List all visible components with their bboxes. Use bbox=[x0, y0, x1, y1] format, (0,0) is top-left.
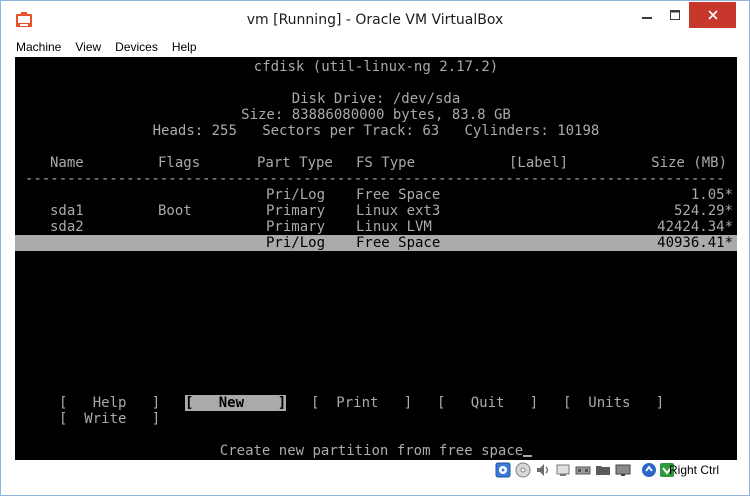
command-hint: Create new partition from free space bbox=[15, 443, 737, 459]
disk-size-line: Size: 83886080000 bytes, 83.8 GB bbox=[241, 107, 511, 123]
minimize-icon bbox=[641, 17, 652, 19]
column-fs-type: FS Type bbox=[356, 155, 416, 171]
partition-name: sda1 bbox=[50, 203, 84, 219]
close-button[interactable] bbox=[689, 2, 736, 28]
menu-help[interactable]: Help bbox=[165, 38, 204, 57]
display-icon[interactable] bbox=[615, 462, 631, 478]
maximize-button[interactable] bbox=[661, 2, 688, 28]
network-icon[interactable] bbox=[555, 462, 571, 478]
usb-icon[interactable] bbox=[575, 462, 591, 478]
menu-bar: Machine View Devices Help bbox=[9, 38, 741, 57]
partition-part-type: Primary bbox=[266, 219, 326, 235]
partition-flags: Boot bbox=[158, 203, 192, 219]
close-icon bbox=[707, 10, 718, 20]
partition-size: 1.05* bbox=[690, 187, 733, 203]
partition-size: 40936.41* bbox=[657, 235, 733, 251]
partition-row-selected[interactable]: Pri/Log Free Space 40936.41* bbox=[15, 235, 737, 251]
new-command[interactable]: [ New ] bbox=[185, 395, 287, 411]
column-part-type: Part Type bbox=[257, 155, 333, 171]
partition-fs-type: Linux LVM bbox=[356, 219, 432, 235]
print-command[interactable]: [ Print ] bbox=[311, 395, 412, 411]
menu-view[interactable]: View bbox=[68, 38, 108, 57]
audio-icon[interactable] bbox=[535, 462, 551, 478]
separator-dashes: ----------------------------------------… bbox=[25, 171, 727, 187]
partition-part-type: Primary bbox=[266, 203, 326, 219]
maximize-icon bbox=[669, 10, 680, 20]
partition-size: 42424.34* bbox=[657, 219, 733, 235]
partition-row[interactable]: Pri/Log Free Space 1.05* bbox=[15, 187, 737, 203]
column-name: Name bbox=[50, 155, 84, 171]
virtualbox-window: vm [Running] - Oracle VM VirtualBox Mach… bbox=[0, 0, 750, 496]
status-bar: Right Ctrl bbox=[9, 460, 741, 481]
quit-command[interactable]: [ Quit ] bbox=[437, 395, 538, 411]
shared-folders-icon[interactable] bbox=[595, 462, 611, 478]
partition-name: sda2 bbox=[50, 219, 84, 235]
partition-fs-type: Free Space bbox=[356, 187, 441, 203]
menu-machine[interactable]: Machine bbox=[9, 38, 68, 57]
partition-part-type: Pri/Log bbox=[266, 187, 326, 203]
mouse-integration-icon[interactable] bbox=[641, 462, 657, 478]
title-bar[interactable]: vm [Running] - Oracle VM VirtualBox bbox=[1, 1, 749, 38]
minimize-button[interactable] bbox=[633, 2, 660, 28]
text-cursor bbox=[523, 455, 533, 457]
column-label: [Label] bbox=[509, 155, 569, 171]
column-size: Size (MB) bbox=[651, 155, 727, 171]
hard-disk-icon[interactable] bbox=[495, 462, 511, 478]
partition-fs-type: Free Space bbox=[356, 235, 441, 251]
menu-devices[interactable]: Devices bbox=[108, 38, 165, 57]
disk-drive-line: Disk Drive: /dev/sda bbox=[291, 91, 461, 107]
hint-text: Create new partition from free space bbox=[219, 443, 524, 459]
partition-fs-type: Linux ext3 bbox=[356, 203, 441, 219]
disk-geometry-line: Heads: 255 Sectors per Track: 63 Cylinde… bbox=[152, 123, 600, 139]
partition-row[interactable]: sda1 Boot Primary Linux ext3 524.29* bbox=[15, 203, 737, 219]
help-command[interactable]: [ Help ] bbox=[59, 395, 160, 411]
host-key-label: Right Ctrl bbox=[669, 463, 720, 477]
column-flags: Flags bbox=[158, 155, 201, 171]
partition-table-header: Name Flags Part Type FS Type [Label] Siz… bbox=[15, 155, 737, 171]
partition-part-type: Pri/Log bbox=[266, 235, 326, 251]
write-command[interactable]: [ Write ] bbox=[59, 411, 160, 427]
units-command[interactable]: [ Units ] bbox=[563, 395, 664, 411]
cfdisk-header: cfdisk (util-linux-ng 2.17.2) bbox=[253, 59, 499, 75]
vm-screen[interactable]: cfdisk (util-linux-ng 2.17.2) Disk Drive… bbox=[15, 57, 737, 460]
partition-row[interactable]: sda2 Primary Linux LVM 42424.34* bbox=[15, 219, 737, 235]
optical-drive-icon[interactable] bbox=[515, 462, 531, 478]
partition-size: 524.29* bbox=[673, 203, 733, 219]
table-separator: ----------------------------------------… bbox=[15, 171, 737, 187]
